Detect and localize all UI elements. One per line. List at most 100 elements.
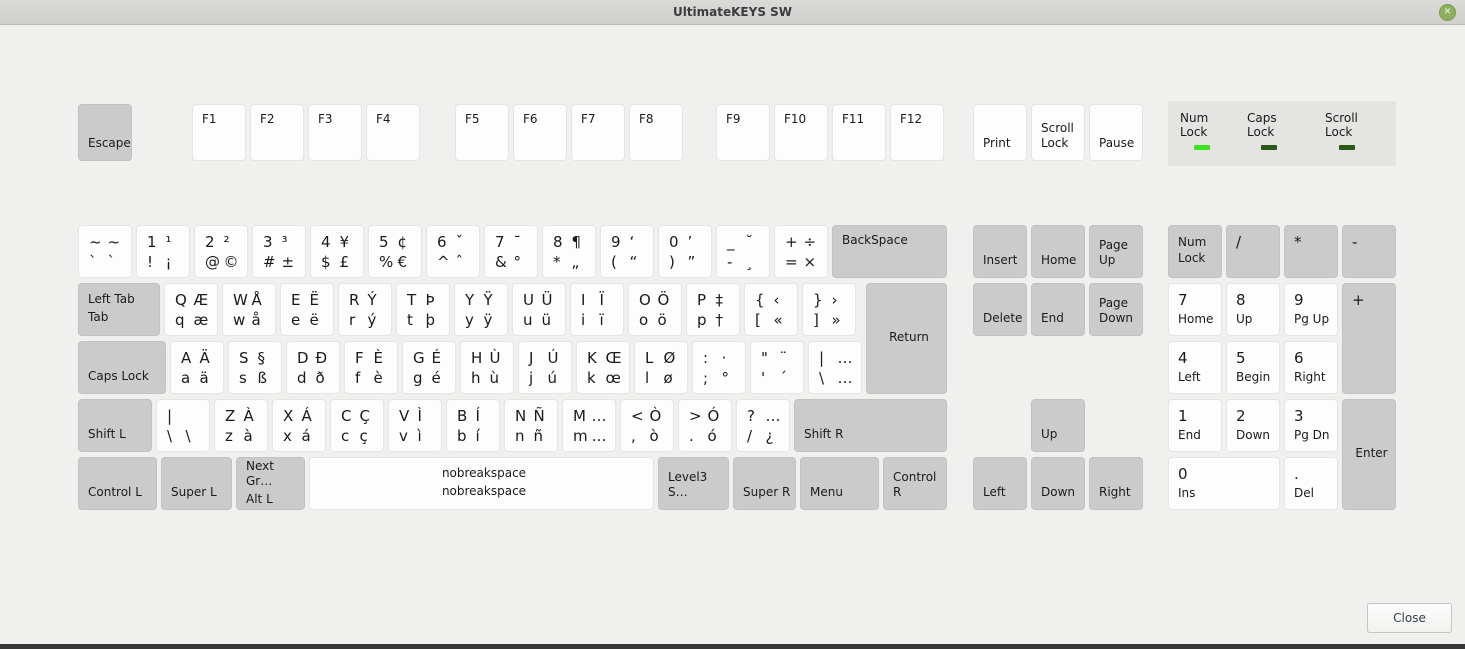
key-alt-l[interactable]: Next Gr…Alt L: [236, 457, 305, 510]
key-return[interactable]: Return: [866, 283, 947, 394]
numpad-3[interactable]: 3Pg Dn: [1284, 399, 1338, 452]
numpad-1[interactable]: 1End: [1168, 399, 1222, 452]
key-tab[interactable]: Left TabTab: [78, 283, 160, 336]
key-f3[interactable]: F3: [308, 104, 362, 161]
numpad-4[interactable]: 4Left: [1168, 341, 1222, 394]
key-insert[interactable]: Insert: [973, 225, 1027, 278]
key-at[interactable]: 2²@©: [194, 225, 248, 278]
key-y[interactable]: YŸyÿ: [454, 283, 508, 336]
key-down[interactable]: Down: [1031, 457, 1085, 510]
key-m[interactable]: M…m…: [562, 399, 616, 452]
key-control-r[interactable]: Control R: [883, 457, 947, 510]
key-backspace[interactable]: BackSpace: [832, 225, 947, 278]
key-dollar[interactable]: 4¥$£: [310, 225, 364, 278]
key-slash[interactable]: ?…/¿: [736, 399, 790, 452]
key-z[interactable]: ZÀzà: [214, 399, 268, 452]
key-v[interactable]: VÌvì: [388, 399, 442, 452]
key-space[interactable]: nobreakspacenobreakspace: [309, 457, 654, 510]
key-f1[interactable]: F1: [192, 104, 246, 161]
key-apostrophe[interactable]: "¨'´: [750, 341, 804, 394]
numpad-asterisk[interactable]: *: [1284, 225, 1338, 278]
key-end[interactable]: End: [1031, 283, 1085, 336]
key-equal[interactable]: +÷=×: [774, 225, 828, 278]
key-u[interactable]: UÜuü: [512, 283, 566, 336]
key-f10[interactable]: F10: [774, 104, 828, 161]
key-delete[interactable]: Delete: [973, 283, 1027, 336]
key-paren-left[interactable]: 9‘(“: [600, 225, 654, 278]
key-f12[interactable]: F12: [890, 104, 944, 161]
key-page-up[interactable]: Page Up: [1089, 225, 1143, 278]
key-menu[interactable]: Menu: [800, 457, 879, 510]
key-control-l[interactable]: Control L: [78, 457, 157, 510]
numpad-slash[interactable]: /: [1226, 225, 1280, 278]
key-semicolon[interactable]: :·;°: [692, 341, 746, 394]
key-print[interactable]: Print: [973, 104, 1027, 161]
key-g[interactable]: GÉgé: [402, 341, 456, 394]
key-scroll-lock[interactable]: Scroll Lock: [1031, 104, 1085, 161]
key-period[interactable]: >Ó.ó: [678, 399, 732, 452]
key-l[interactable]: LØlø: [634, 341, 688, 394]
key-f8[interactable]: F8: [629, 104, 683, 161]
key-super-r[interactable]: Super R: [733, 457, 796, 510]
key-left[interactable]: Left: [973, 457, 1027, 510]
numpad-0[interactable]: 0Ins: [1168, 457, 1280, 510]
key-q[interactable]: QÆqæ: [164, 283, 218, 336]
numpad-period[interactable]: .Del: [1284, 457, 1338, 510]
key-page-down[interactable]: Page Down: [1089, 283, 1143, 336]
key-i[interactable]: IÏiï: [570, 283, 624, 336]
numpad-2[interactable]: 2Down: [1226, 399, 1280, 452]
key-minus[interactable]: _˘-¸: [716, 225, 770, 278]
numpad-7[interactable]: 7Home: [1168, 283, 1222, 336]
key-j[interactable]: JÚjú: [518, 341, 572, 394]
numpad-enter[interactable]: Enter: [1342, 399, 1396, 510]
numpad-8[interactable]: 8Up: [1226, 283, 1280, 336]
key-x[interactable]: XÁxá: [272, 399, 326, 452]
numpad-plus[interactable]: +: [1342, 283, 1396, 394]
key-p[interactable]: P‡p†: [686, 283, 740, 336]
key-c[interactable]: CÇcç: [330, 399, 384, 452]
key-bracket-left[interactable]: {‹[«: [744, 283, 798, 336]
key-right[interactable]: Right: [1089, 457, 1143, 510]
numpad-9[interactable]: 9Pg Up: [1284, 283, 1338, 336]
key-backslash[interactable]: |\\: [156, 399, 210, 452]
key-k[interactable]: KŒkœ: [576, 341, 630, 394]
key-shift-r[interactable]: Shift R: [794, 399, 947, 452]
key-d[interactable]: DÐdð: [286, 341, 340, 394]
key-r[interactable]: RÝrý: [338, 283, 392, 336]
key-comma[interactable]: <Ò,ò: [620, 399, 674, 452]
key-caret[interactable]: 6ˇ^ˆ: [426, 225, 480, 278]
key-home[interactable]: Home: [1031, 225, 1085, 278]
key-f4[interactable]: F4: [366, 104, 420, 161]
key-exclam[interactable]: 1¹!¡: [136, 225, 190, 278]
numpad-num-lock[interactable]: Num Lock: [1168, 225, 1222, 278]
key-h[interactable]: HÙhù: [460, 341, 514, 394]
key-level3-s[interactable]: Level3 S…: [658, 457, 729, 510]
key-hash[interactable]: 3³#±: [252, 225, 306, 278]
key-super-l[interactable]: Super L: [161, 457, 232, 510]
key-f11[interactable]: F11: [832, 104, 886, 161]
numpad-minus[interactable]: -: [1342, 225, 1396, 278]
window-close-button[interactable]: ✕: [1439, 4, 1456, 21]
key-grave[interactable]: ~~``: [78, 225, 132, 278]
key-escape[interactable]: Escape: [78, 104, 132, 161]
key-caps-lock[interactable]: Caps Lock: [78, 341, 166, 394]
close-button[interactable]: Close: [1367, 603, 1452, 633]
key-percent[interactable]: 5¢%€: [368, 225, 422, 278]
key-ampersand[interactable]: 7¯&°: [484, 225, 538, 278]
key-f9[interactable]: F9: [716, 104, 770, 161]
key-f5[interactable]: F5: [455, 104, 509, 161]
key-n[interactable]: NÑnñ: [504, 399, 558, 452]
numpad-6[interactable]: 6Right: [1284, 341, 1338, 394]
key-backslash[interactable]: |…\…: [808, 341, 862, 394]
key-pause[interactable]: Pause: [1089, 104, 1143, 161]
key-t[interactable]: TÞtþ: [396, 283, 450, 336]
key-w[interactable]: WÅwå: [222, 283, 276, 336]
key-f6[interactable]: F6: [513, 104, 567, 161]
key-o[interactable]: OÖoö: [628, 283, 682, 336]
key-f2[interactable]: F2: [250, 104, 304, 161]
numpad-5[interactable]: 5Begin: [1226, 341, 1280, 394]
key-e[interactable]: EËeë: [280, 283, 334, 336]
key-asterisk[interactable]: 8¶*„: [542, 225, 596, 278]
key-up[interactable]: Up: [1031, 399, 1085, 452]
key-bracket-right[interactable]: }›]»: [802, 283, 856, 336]
